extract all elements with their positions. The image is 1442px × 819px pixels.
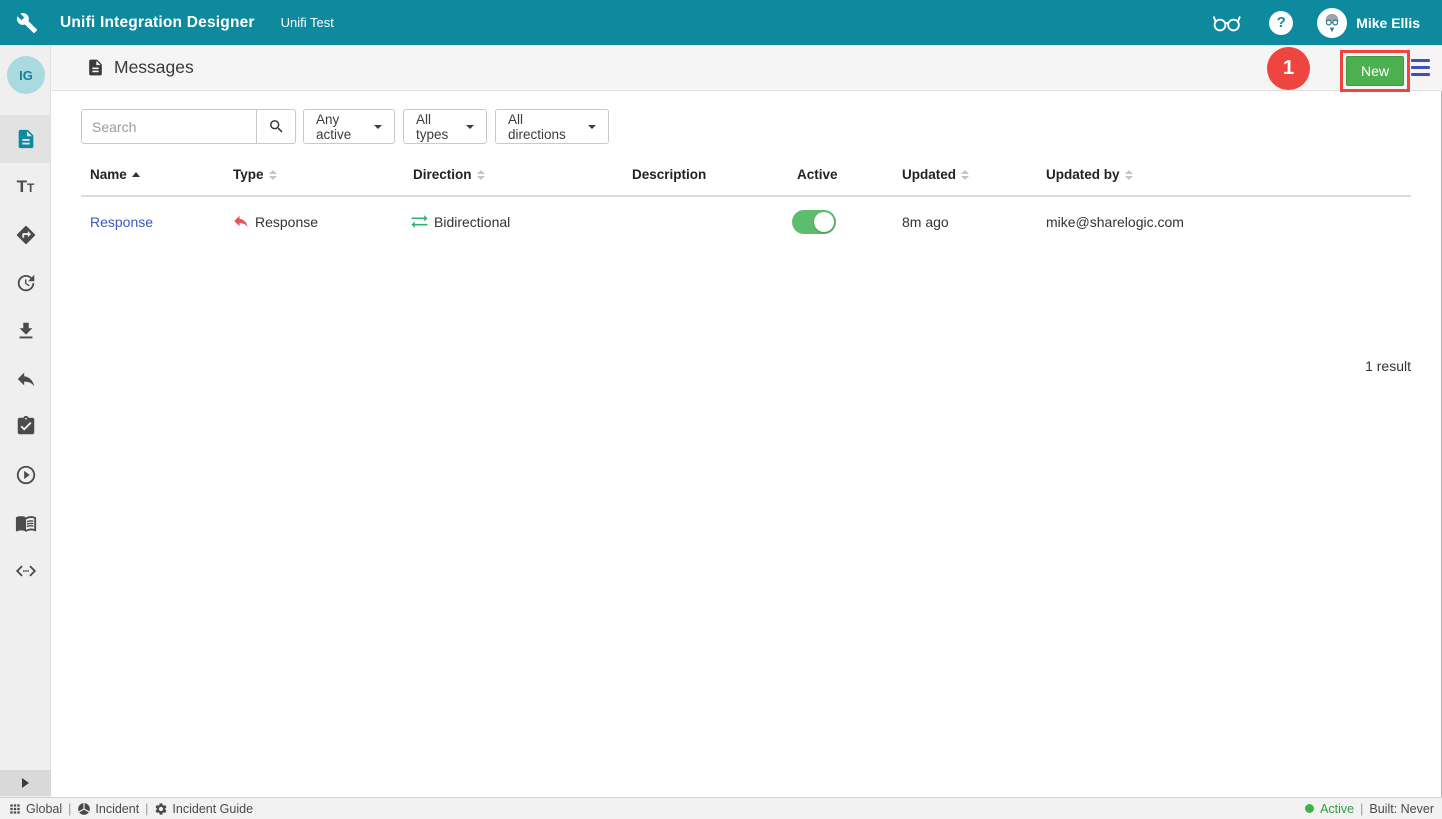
search-icon <box>268 118 285 135</box>
sidebar-item-documentation[interactable] <box>0 499 51 547</box>
book-icon <box>15 512 37 534</box>
sidebar-item-responses[interactable] <box>0 355 51 403</box>
code-icon <box>15 560 37 582</box>
sidebar-item-scripts[interactable] <box>0 547 51 595</box>
bidirectional-icon <box>410 212 429 231</box>
chevron-down-icon <box>374 125 382 129</box>
integration-item[interactable]: Incident Guide <box>154 802 253 816</box>
built-label: Built: Never <box>1369 802 1434 816</box>
sidebar-item-history[interactable] <box>0 259 51 307</box>
chevron-down-icon <box>466 125 474 129</box>
active-filter-dropdown[interactable]: Any active <box>303 109 395 144</box>
sidebar-item-fields[interactable]: TT <box>0 162 51 210</box>
table-row: Response Response Bidirectional 8m ago m… <box>81 197 1411 247</box>
active-toggle[interactable] <box>792 210 836 234</box>
expand-arrow-icon <box>22 778 29 788</box>
column-header-name[interactable]: Name <box>90 167 140 182</box>
text-fields-icon: TT <box>17 178 35 195</box>
separator: | <box>145 802 148 816</box>
status-active-label: Active <box>1320 802 1354 816</box>
toggle-knob <box>814 212 834 232</box>
message-name-link[interactable]: Response <box>90 214 153 230</box>
sort-asc-icon <box>132 172 140 177</box>
result-count: 1 result <box>1365 358 1411 374</box>
response-type-icon <box>232 212 250 230</box>
sort-icon <box>477 170 485 180</box>
sidebar-item-directions[interactable] <box>0 211 51 259</box>
application-item[interactable]: Incident <box>77 802 139 816</box>
direction-cell: Bidirectional <box>434 214 510 230</box>
preview-glasses-icon[interactable] <box>1211 11 1243 35</box>
user-avatar[interactable] <box>1317 8 1347 38</box>
menu-icon[interactable] <box>1411 59 1430 76</box>
separator: | <box>1360 802 1363 816</box>
sort-icon <box>961 170 969 180</box>
column-header-description: Description <box>632 167 706 182</box>
page-header: Messages <box>51 45 1442 91</box>
app-title: Unifi Integration Designer <box>60 14 255 32</box>
sort-icon <box>269 170 277 180</box>
grid-icon <box>8 802 22 816</box>
sort-icon <box>1125 170 1133 180</box>
column-header-updated-by[interactable]: Updated by <box>1046 167 1133 182</box>
sidebar: IG TT <box>0 45 51 797</box>
reply-icon <box>15 368 37 390</box>
instance-name: Unifi Test <box>281 15 334 30</box>
help-icon[interactable]: ? <box>1269 11 1293 35</box>
sidebar-item-run[interactable] <box>0 451 51 499</box>
type-filter-dropdown[interactable]: All types <box>403 109 487 144</box>
directions-icon <box>15 224 37 246</box>
download-icon <box>15 320 37 342</box>
messages-icon <box>86 58 105 77</box>
chevron-down-icon <box>588 125 596 129</box>
annotation-step-badge: 1 <box>1267 47 1310 90</box>
updated-cell: 8m ago <box>902 214 949 230</box>
play-circle-icon <box>15 464 37 486</box>
status-bar: Global | Incident | Incident Guide Activ… <box>0 797 1442 819</box>
new-button[interactable]: New <box>1346 56 1404 86</box>
integration-avatar[interactable]: IG <box>7 56 45 94</box>
column-header-updated[interactable]: Updated <box>902 167 969 182</box>
annotation-highlight-box: New <box>1340 50 1410 92</box>
sidebar-item-import[interactable] <box>0 307 51 355</box>
updated-by-cell: mike@sharelogic.com <box>1046 214 1184 230</box>
search-input[interactable] <box>81 109 257 144</box>
column-header-type[interactable]: Type <box>233 167 277 182</box>
type-cell: Response <box>255 214 318 230</box>
column-header-direction[interactable]: Direction <box>413 167 485 182</box>
wrench-icon <box>16 12 38 34</box>
top-header: Unifi Integration Designer Unifi Test ? <box>0 0 1442 45</box>
status-dot <box>1305 804 1314 813</box>
clipboard-check-icon <box>15 415 37 437</box>
sidebar-expand-button[interactable] <box>0 770 51 796</box>
document-icon <box>15 128 37 150</box>
scope-item[interactable]: Global <box>8 802 62 816</box>
gear-icon <box>154 802 168 816</box>
history-icon <box>15 272 37 294</box>
table-header: Name Type Direction Description Active U… <box>81 158 1411 197</box>
process-wheel-icon <box>77 802 91 816</box>
app-window: Unifi Integration Designer Unifi Test ? <box>0 0 1442 819</box>
sidebar-item-messages[interactable] <box>0 115 51 163</box>
sidebar-item-tasks[interactable] <box>0 402 51 450</box>
separator: | <box>68 802 71 816</box>
direction-filter-dropdown[interactable]: All directions <box>495 109 609 144</box>
page-title: Messages <box>114 57 194 78</box>
search-button[interactable] <box>256 109 296 144</box>
column-header-active: Active <box>797 167 838 182</box>
user-menu[interactable]: Mike Ellis <box>1356 15 1420 31</box>
